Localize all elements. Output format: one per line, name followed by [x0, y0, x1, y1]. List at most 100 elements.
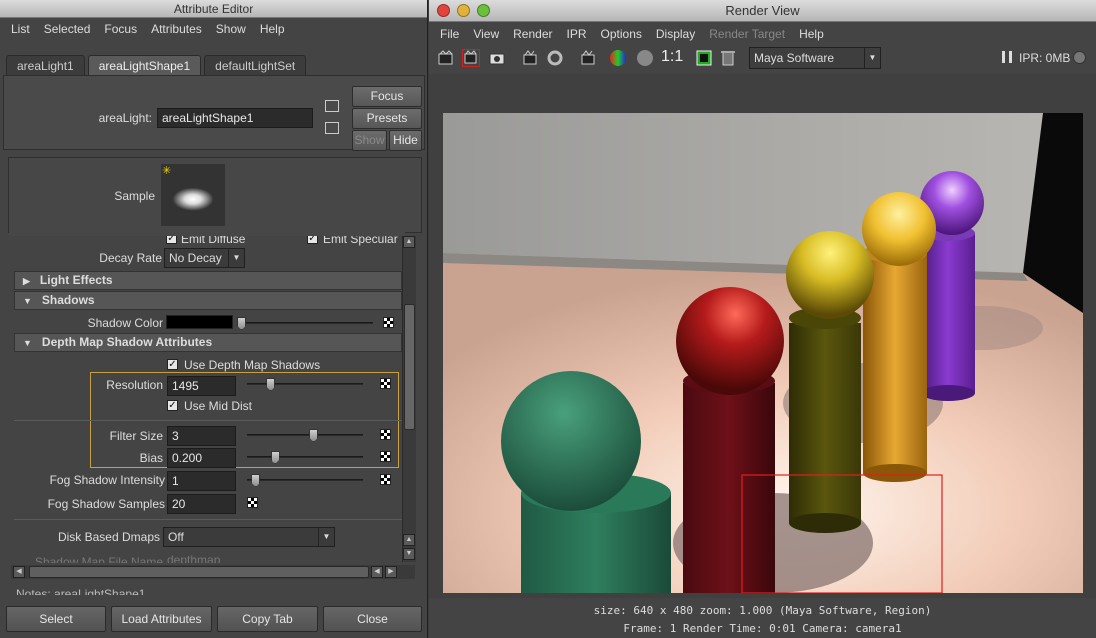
scroll-top-mask — [9, 226, 405, 236]
ipr-render-icon[interactable] — [521, 49, 539, 67]
fog-samples-field[interactable]: 20 — [167, 494, 236, 514]
window-title: Render View — [725, 3, 800, 18]
shadow-file-field[interactable]: depthmap — [167, 553, 357, 563]
horizontal-scrollbar[interactable]: ◀ ◀ ▶ — [11, 565, 415, 579]
menu-help[interactable]: Help — [792, 23, 831, 45]
menu-help[interactable]: Help — [253, 18, 292, 40]
use-mid-dist-checkbox[interactable]: ✓ — [167, 400, 178, 411]
bias-slider[interactable] — [247, 451, 363, 464]
section-light-effects[interactable]: ▶ Light Effects — [14, 271, 402, 290]
scrollbar-thumb[interactable] — [404, 304, 415, 430]
keep-image-icon[interactable] — [695, 49, 713, 67]
menu-render-target[interactable]: Render Target — [702, 23, 792, 45]
chevron-down-icon: ▼ — [228, 249, 244, 267]
scroll-down-icon[interactable]: ▼ — [403, 548, 415, 560]
attribute-editor-titlebar[interactable]: Attribute Editor — [0, 0, 427, 18]
node-name-field[interactable]: areaLightShape1 — [157, 108, 313, 128]
close-window-icon[interactable] — [437, 4, 450, 17]
ratio-label[interactable]: 1:1 — [661, 48, 683, 66]
tab-arealightshape1[interactable]: areaLightShape1 — [87, 55, 202, 75]
depth-map-label: Depth Map Shadow Attributes — [41, 335, 213, 349]
scroll-right-icon[interactable]: ▶ — [385, 566, 397, 578]
tab-arealight1[interactable]: areaLight1 — [6, 55, 85, 75]
render-region-icon[interactable] — [462, 49, 480, 67]
resolution-map-icon[interactable] — [380, 378, 391, 389]
menu-display[interactable]: Display — [649, 23, 702, 45]
select-button[interactable]: Select — [6, 606, 106, 632]
fog-intensity-slider[interactable] — [247, 474, 363, 487]
render-frame-icon[interactable] — [437, 49, 455, 67]
divider — [14, 420, 402, 421]
show-button[interactable]: Show — [352, 130, 387, 151]
scroll-left-icon[interactable]: ◀ — [13, 566, 25, 578]
attribute-editor-window: Attribute Editor List Selected Focus Att… — [0, 0, 428, 638]
fog-samples-map-icon[interactable] — [247, 497, 258, 508]
ipr-memory-label: IPR: 0MB — [1019, 51, 1071, 65]
triangle-right-icon: ▶ — [23, 276, 30, 286]
fog-intensity-label: Fog Shadow Intensity — [49, 473, 165, 487]
use-depth-map-checkbox[interactable]: ✓ — [167, 359, 178, 370]
remove-image-icon[interactable] — [719, 49, 737, 67]
menu-ipr[interactable]: IPR — [560, 23, 594, 45]
menu-attributes[interactable]: Attributes — [144, 18, 209, 40]
vertical-scrollbar[interactable]: ▲ ▲ ▼ — [402, 236, 416, 562]
window-title: Attribute Editor — [173, 2, 254, 16]
decay-rate-dropdown[interactable]: No Decay ▼ — [164, 248, 245, 268]
presets-button[interactable]: Presets — [352, 108, 422, 129]
menu-file[interactable]: File — [433, 23, 466, 45]
disk-dmaps-value: Off — [168, 530, 184, 544]
shadow-color-slider[interactable] — [237, 317, 373, 330]
h-scrollbar-thumb[interactable] — [29, 566, 369, 578]
shadow-color-map-icon[interactable] — [383, 317, 394, 328]
filter-size-field[interactable]: 3 — [167, 426, 236, 446]
disk-dmaps-label: Disk Based Dmaps — [57, 530, 160, 544]
minimize-window-icon[interactable] — [457, 4, 470, 17]
menu-view[interactable]: View — [466, 23, 506, 45]
resolution-slider[interactable] — [247, 378, 363, 391]
scroll-left-icon[interactable]: ◀ — [371, 566, 383, 578]
menu-options[interactable]: Options — [594, 23, 649, 45]
bias-field[interactable]: 0.200 — [167, 448, 236, 468]
copy-tab-button[interactable]: Copy Tab — [217, 606, 318, 632]
bias-map-icon[interactable] — [380, 451, 391, 462]
render-view-titlebar[interactable]: Render View — [429, 0, 1096, 22]
menu-selected[interactable]: Selected — [37, 18, 98, 40]
resolution-field[interactable]: 1495 — [167, 376, 236, 396]
focus-button[interactable]: Focus — [352, 86, 422, 107]
light-sample-icon: ✳ — [162, 165, 172, 177]
menu-list[interactable]: List — [4, 18, 37, 40]
filter-size-map-icon[interactable] — [380, 429, 391, 440]
disk-dmaps-dropdown[interactable]: Off ▼ — [163, 527, 335, 547]
triangle-down-icon: ▼ — [23, 296, 32, 306]
light-effects-label: Light Effects — [39, 273, 113, 287]
fog-intensity-field[interactable]: 1 — [167, 471, 236, 491]
decay-rate-label: Decay Rate — [99, 251, 162, 265]
output-connection-icon[interactable] — [325, 122, 339, 134]
section-shadows[interactable]: ▼ Shadows — [14, 291, 402, 310]
alpha-channel-icon[interactable] — [636, 49, 654, 67]
snapshot-icon[interactable] — [488, 49, 506, 67]
close-button[interactable]: Close — [323, 606, 422, 632]
render-sequence-icon[interactable] — [579, 49, 597, 67]
tab-defaultlightset[interactable]: defaultLightSet — [204, 55, 307, 75]
filter-size-slider[interactable] — [247, 429, 363, 442]
rendered-image[interactable] — [443, 113, 1083, 593]
refresh-ipr-icon[interactable] — [546, 49, 564, 67]
menu-show[interactable]: Show — [209, 18, 253, 40]
hide-button[interactable]: Hide — [389, 130, 422, 151]
scroll-up-icon[interactable]: ▲ — [403, 236, 415, 248]
input-connection-icon[interactable] — [325, 100, 339, 112]
scroll-up-icon[interactable]: ▲ — [403, 534, 415, 546]
fog-intensity-map-icon[interactable] — [380, 474, 391, 485]
maximize-window-icon[interactable] — [477, 4, 490, 17]
pause-ipr-icon[interactable] — [1002, 51, 1012, 63]
render-info-line-2: Frame: 1 Render Time: 0:01 Camera: camer… — [623, 622, 902, 635]
bias-label: Bias — [139, 451, 163, 465]
renderer-dropdown[interactable]: Maya Software ▼ — [749, 47, 881, 69]
rgb-channels-icon[interactable] — [609, 49, 627, 67]
menu-render[interactable]: Render — [506, 23, 559, 45]
shadow-color-swatch[interactable] — [166, 315, 233, 329]
menu-focus[interactable]: Focus — [97, 18, 144, 40]
section-depth-map-shadow[interactable]: ▼ Depth Map Shadow Attributes — [14, 333, 402, 352]
load-attributes-button[interactable]: Load Attributes — [111, 606, 212, 632]
